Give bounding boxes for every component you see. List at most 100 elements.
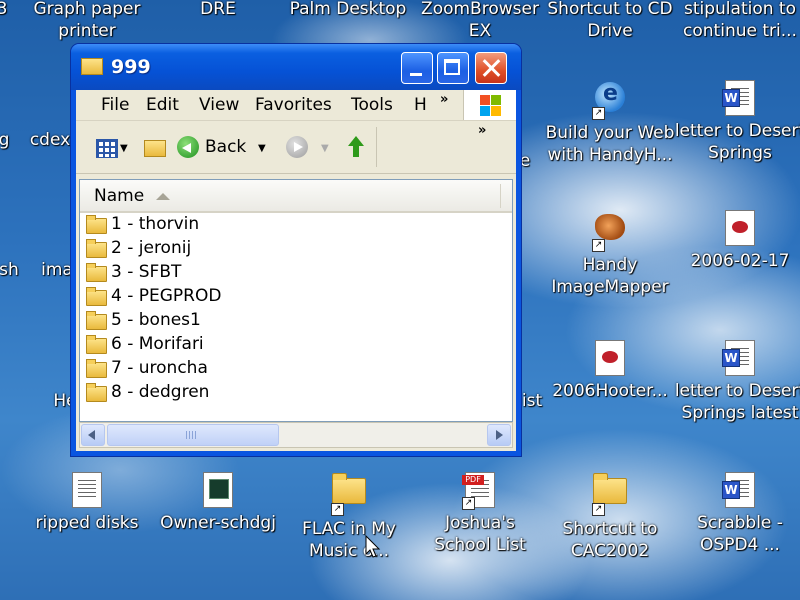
views-dropdown-icon[interactable]: ▼ [120,143,128,154]
scroll-right-icon[interactable] [487,424,511,446]
desktop-icon-owner-schdgj[interactable]: Owner-schdgj [148,472,288,534]
imagemapper-icon: ↗ [592,214,628,252]
shortcut-arrow-icon: ↗ [592,239,605,252]
folder-icon [86,215,107,234]
sort-ascending-icon [156,193,170,200]
shortcut-arrow-icon: ↗ [592,503,605,516]
up-folder-icon[interactable] [346,136,368,158]
desktop-icon-build-your-web[interactable]: ↗ Build your Web with HandyH... [540,80,680,166]
red-document-icon [592,340,628,376]
menu-edit[interactable]: Edit [146,95,179,115]
back-arrow-icon [177,136,199,158]
desktop-icon-stipulation[interactable]: stipulation to continue tri... [670,0,800,42]
icon-label: Shortcut to CD Drive [547,0,673,41]
toolbar: ▼ Back ▼ ▼ » [76,121,516,174]
internet-explorer-icon: ↗ [592,82,628,120]
file-list[interactable]: Name 1 - thorvin 2 - jeronij 3 - SFBT 4 … [79,179,513,422]
icon-label: 3 [0,0,8,19]
menu-overflow-chevron-icon[interactable]: » [440,92,448,107]
desktop-icon-zoombrowser-ex[interactable]: ZoomBrowser EX [410,0,550,42]
maximize-button[interactable] [437,52,469,84]
icon-label: letter to Desert Springs latest [674,381,800,423]
views-icon[interactable] [96,139,118,158]
close-button[interactable] [475,52,507,84]
icon-label: DRE [200,0,236,19]
folder-icon [86,239,107,258]
icon-label: ZoomBrowser EX [421,0,539,41]
toolbar-overflow-chevron-icon[interactable]: » [478,123,486,138]
windows-logo-icon [463,90,516,120]
folder-icon [86,311,107,330]
folder-name: 7 - uroncha [111,358,208,378]
word-document-icon [722,340,758,376]
desktop-icon-shortcut-to-cac2002[interactable]: ↗ Shortcut to CAC2002 [540,472,680,562]
scroll-thumb[interactable] [107,424,279,446]
folder-options-icon[interactable] [144,140,166,157]
window-title: 999 [111,56,151,78]
icon-label: Shortcut to CAC2002 [562,519,658,561]
menu-help[interactable]: H [414,95,427,115]
pdf-document-icon: ↗ [462,472,498,510]
forward-dropdown-icon[interactable]: ▼ [321,143,329,154]
folder-icon [81,58,103,75]
shortcut-arrow-icon: ↗ [592,107,605,120]
icon-label: 2006Hooter... [552,381,668,401]
window-body: File Edit View Favorites Tools H » ▼ Bac… [76,90,516,451]
folder-name: 8 - dedgren [111,382,210,402]
desktop-icon-ripped-disks[interactable]: ripped disks [17,472,157,534]
desktop-icon-handy-imagemapper[interactable]: ↗ Handy ImageMapper [540,210,680,298]
icon-label: Build your Web with HandyH... [545,123,675,165]
folder-icon [86,383,107,402]
folder-name: 3 - SFBT [111,262,182,282]
folder-name: 6 - Morifari [111,334,204,354]
icon-label: Joshua's School List [434,513,526,555]
desktop-icon-2006hooter[interactable]: 2006Hooter... [540,340,680,402]
column-divider[interactable] [500,184,501,208]
folder-name: 4 - PEGPROD [111,286,222,306]
folder-icon [86,335,107,354]
desktop-icon-shortcut-to-cd-drive[interactable]: Shortcut to CD Drive [540,0,680,42]
explorer-window[interactable]: 999 File Edit View Favorites Tools H » ▼ [71,44,521,456]
desktop-icon-joshuas-school-list[interactable]: ↗ Joshua's School List [410,472,550,556]
icon-label: stipulation to continue tri... [683,0,797,41]
column-header-label: Name [94,186,145,206]
horizontal-scrollbar[interactable] [79,422,513,448]
icon-label: Palm Desktop [289,0,407,19]
desktop-icon-letter-to-desert-springs[interactable]: letter to Desert Springs [670,80,800,164]
desktop-icon-2006-02-17[interactable]: 2006-02-17 [670,210,800,272]
menu-favorites[interactable]: Favorites [255,95,332,115]
folder-icon [86,359,107,378]
shortcut-arrow-icon: ↗ [331,503,344,516]
desktop-icon-flac-in-my-music[interactable]: ↗ FLAC in My Music o... [279,472,419,562]
word-document-icon [722,472,758,508]
menu-tools[interactable]: Tools [351,95,393,115]
back-label: Back [205,137,247,157]
icon-label: Scrabble - OSPD4 ... [697,513,783,555]
toolbar-separator [376,127,377,167]
shortcut-arrow-icon: ↗ [462,497,475,510]
icon-label: ripped disks [35,513,139,533]
desktop-icon-scrabble-ospd4[interactable]: Scrabble - OSPD4 ... [670,472,800,556]
desktop-icon-letter-to-desert-springs-latest[interactable]: letter to Desert Springs latest [670,340,800,424]
desktop-icon-dre[interactable]: DRE [148,0,288,20]
minimize-button[interactable] [401,52,433,84]
title-bar[interactable]: 999 [71,44,521,90]
menu-file[interactable]: File [101,95,129,115]
icon-label: Owner-schdgj [160,513,276,533]
forward-arrow-icon[interactable] [286,136,308,158]
icon-label: Handy ImageMapper [551,255,669,297]
desktop-icon-partial-left1[interactable]: 3 [0,0,72,20]
icon-label: 2006-02-17 [690,251,790,271]
folder-name: 1 - thorvin [111,214,200,234]
scroll-left-icon[interactable] [81,424,105,446]
column-header-name[interactable]: Name [80,180,512,213]
menu-view[interactable]: View [199,95,239,115]
icon-label: FLAC in My Music o... [302,519,396,561]
back-dropdown-icon[interactable]: ▼ [258,143,266,154]
text-document-icon [69,472,105,508]
red-document-icon [722,210,758,246]
folder-icon: ↗ [592,473,628,516]
icon-label: letter to Desert Springs [674,121,800,163]
desktop-icon-palm-desktop[interactable]: Palm Desktop [278,0,418,20]
menu-bar: File Edit View Favorites Tools H » [76,90,516,121]
